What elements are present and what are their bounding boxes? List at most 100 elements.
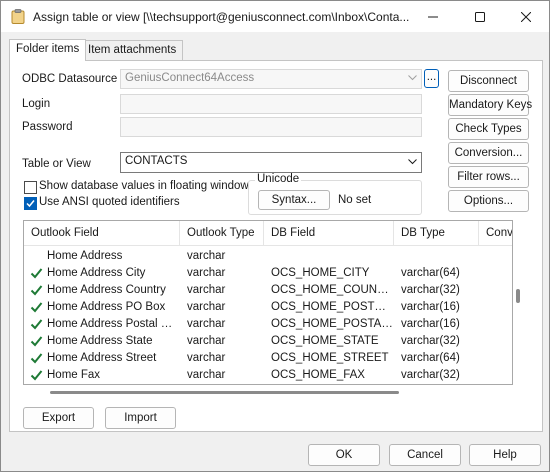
browse-datasource-button[interactable]: ...: [424, 69, 439, 88]
cell-db-field: OCS_HOME_STREET: [271, 352, 389, 364]
column-db-field[interactable]: DB Field: [264, 221, 394, 246]
checkmark-icon: [30, 336, 43, 347]
cell-db-field: OCS_HOME_FAX: [271, 369, 365, 381]
table-or-view-value: CONTACTS: [125, 155, 188, 167]
clipboard-icon: [11, 9, 25, 24]
checkmark-icon: [30, 353, 43, 364]
cell-db-type: varchar(32): [401, 284, 460, 296]
login-label: Login: [22, 98, 51, 110]
disconnect-button[interactable]: Disconnect: [448, 70, 529, 92]
cell-outlook-type: varchar: [187, 250, 226, 262]
tab-item-attachments[interactable]: Item attachments: [81, 40, 184, 61]
field-mapping-list[interactable]: Outlook Field Outlook Type DB Field DB T…: [23, 220, 513, 385]
cell-outlook-type: varchar: [187, 318, 226, 330]
cancel-button[interactable]: Cancel: [389, 444, 461, 466]
table-row[interactable]: Home Address State varchar OCS_HOME_STATE v…: [24, 333, 512, 350]
cell-db-field: OCS_HOME_POSTAL...: [271, 318, 394, 330]
cell-db-type: varchar(32): [401, 369, 460, 381]
cell-outlook-type: varchar: [187, 369, 226, 381]
cell-db-type: varchar(64): [401, 352, 460, 364]
tab-strip: Folder items Item attachments: [9, 39, 543, 61]
dialog-window: Assign table or view [\\techsupport@geni…: [0, 0, 550, 472]
cell-outlook-type: varchar: [187, 335, 226, 347]
cell-db-type: [401, 248, 479, 265]
minimize-button[interactable]: [410, 1, 456, 32]
unicode-group-label: Unicode: [255, 173, 302, 185]
minimize-icon: [428, 16, 438, 17]
ok-button[interactable]: OK: [308, 444, 380, 466]
cell-db-type: varchar(16): [401, 318, 460, 330]
export-button[interactable]: Export: [23, 407, 94, 429]
cell-db-field: OCS_HOME_COUNTRY: [271, 284, 394, 296]
chevron-down-icon: [408, 75, 417, 81]
table-row[interactable]: Home Address City varchar OCS_HOME_CITY var…: [24, 265, 512, 282]
login-field[interactable]: [120, 94, 422, 114]
check-types-button[interactable]: Check Types: [448, 118, 529, 140]
table-row[interactable]: Home Address Country varchar OCS_HOME_COUN…: [24, 282, 512, 299]
cell-db-field: [271, 248, 394, 265]
window-title: Assign table or view [\\techsupport@geni…: [33, 10, 410, 24]
cell-outlook-field: Home Address State: [47, 335, 153, 347]
maximize-button[interactable]: [457, 1, 503, 32]
column-conv[interactable]: Conv: [479, 221, 512, 246]
password-label: Password: [22, 121, 73, 133]
column-db-type[interactable]: DB Type: [394, 221, 479, 246]
checkmark-icon: [30, 268, 43, 279]
cell-db-type: varchar(64): [401, 267, 460, 279]
close-icon: [521, 11, 531, 22]
odbc-datasource-label: ODBC Datasource: [22, 73, 118, 85]
cell-outlook-field: Home Address PO Box: [47, 301, 166, 313]
chevron-down-icon: [408, 159, 417, 165]
folder-items-panel: ODBC Datasource GeniusConnect64Access ..…: [9, 60, 543, 432]
cell-db-field: OCS_HOME_CITY: [271, 267, 370, 279]
checkmark-icon: [30, 370, 43, 381]
cell-outlook-type: varchar: [187, 267, 226, 279]
options-button[interactable]: Options...: [448, 190, 529, 212]
cell-db-type: varchar(32): [401, 335, 460, 347]
cell-outlook-type: varchar: [187, 352, 226, 364]
cell-db-type: varchar(16): [401, 301, 460, 313]
odbc-datasource-select[interactable]: GeniusConnect64Access: [120, 69, 422, 89]
list-header: Outlook Field Outlook Type DB Field DB T…: [24, 221, 512, 246]
column-outlook-field[interactable]: Outlook Field: [24, 221, 180, 246]
horizontal-scrollbar[interactable]: [50, 391, 399, 394]
table-or-view-label: Table or View: [22, 158, 91, 170]
column-outlook-type[interactable]: Outlook Type: [180, 221, 264, 246]
cell-outlook-field: Home Fax: [47, 369, 101, 381]
ansi-quoted-label: Use ANSI quoted identifiers: [39, 196, 180, 208]
vertical-scrollbar[interactable]: [516, 289, 520, 303]
mandatory-keys-button[interactable]: Mandatory Keys: [448, 94, 532, 116]
table-row[interactable]: Home Address Street varchar OCS_HOME_STREE…: [24, 350, 512, 367]
cell-db-field: OCS_HOME_STATE: [271, 335, 379, 347]
close-button[interactable]: [503, 1, 549, 32]
ansi-quoted-checkbox[interactable]: [24, 197, 37, 210]
show-floating-checkbox[interactable]: [24, 181, 37, 194]
unicode-status: No set: [338, 194, 372, 206]
odbc-datasource-value: GeniusConnect64Access: [125, 72, 255, 84]
checkmark-icon: [30, 319, 43, 330]
table-or-view-select[interactable]: CONTACTS: [120, 152, 422, 173]
table-row[interactable]: Home Address varchar: [24, 248, 512, 265]
import-button[interactable]: Import: [105, 407, 176, 429]
cell-outlook-field: Home Address Country: [47, 284, 166, 296]
checkmark-icon: [26, 200, 35, 208]
cell-db-field: OCS_HOME_POSTOF...: [271, 301, 394, 313]
cell-outlook-type: varchar: [187, 301, 226, 313]
table-row[interactable]: Home Fax varchar OCS_HOME_FAX varchar(32): [24, 367, 512, 384]
checkmark-icon: [30, 285, 43, 296]
tab-folder-items[interactable]: Folder items: [9, 39, 87, 61]
cell-outlook-field: Home Address City: [47, 267, 146, 279]
help-button[interactable]: Help: [469, 444, 541, 466]
cell-outlook-field: Home Address Street: [47, 352, 157, 364]
cell-outlook-field: Home Address: [47, 250, 123, 262]
cell-outlook-type: varchar: [187, 284, 226, 296]
title-bar[interactable]: Assign table or view [\\techsupport@geni…: [1, 1, 549, 32]
table-row[interactable]: Home Address Postal Code varchar OCS_HOME_…: [24, 316, 512, 333]
filter-rows-button[interactable]: Filter rows...: [448, 166, 529, 188]
password-field[interactable]: [120, 117, 422, 137]
syntax-button[interactable]: Syntax...: [258, 190, 330, 210]
checkmark-icon: [30, 302, 43, 313]
table-row[interactable]: Home Address PO Box varchar OCS_HOME_POSTO…: [24, 299, 512, 316]
conversion-button[interactable]: Conversion...: [448, 142, 529, 164]
cell-outlook-field: Home Address Postal Code: [47, 318, 180, 330]
